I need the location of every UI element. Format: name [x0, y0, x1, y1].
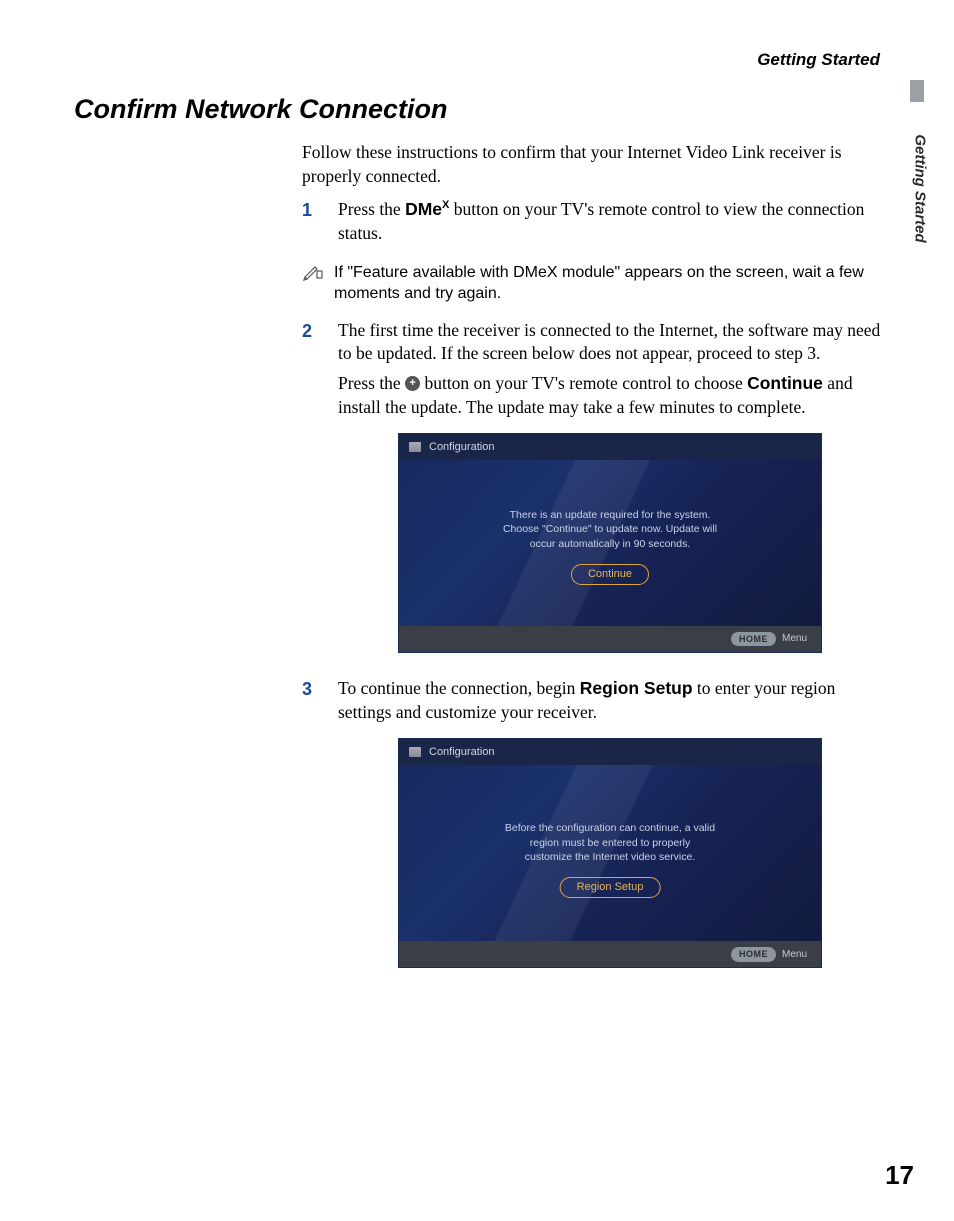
step-body: The first time the receiver is connected…	[338, 319, 882, 672]
step-2-p2: Press the + button on your TV's remote c…	[338, 372, 882, 419]
step-body: To continue the connection, begin Region…	[338, 677, 882, 986]
page-number: 17	[885, 1160, 914, 1191]
screenshot-stage: Before the configuration can continue, a…	[399, 765, 821, 941]
step-2: 2 The first time the receiver is connect…	[302, 319, 882, 672]
step-3-text: To continue the connection, begin Region…	[338, 677, 882, 724]
continue-button[interactable]: Continue	[571, 560, 649, 585]
screenshot-footer: HOME Menu	[399, 941, 821, 967]
step-number: 2	[302, 319, 320, 672]
step-3: 3 To continue the connection, begin Regi…	[302, 677, 882, 986]
button-label: Continue	[571, 564, 649, 585]
msg-line: customize the Internet video service.	[439, 850, 781, 864]
home-pill: HOME	[731, 947, 776, 961]
screenshot-footer: HOME Menu	[399, 626, 821, 652]
text: Press the	[338, 199, 405, 219]
text: Press the	[338, 373, 405, 393]
step-number: 3	[302, 677, 320, 986]
screenshot-title: Configuration	[429, 440, 494, 455]
step-number: 1	[302, 198, 320, 251]
screenshot-message: There is an update required for the syst…	[399, 508, 821, 551]
msg-line: occur automatically in 90 seconds.	[439, 537, 781, 551]
msg-line: region must be entered to properly	[439, 836, 781, 850]
screenshot-titlebar: Configuration	[399, 434, 821, 460]
section-title: Confirm Network Connection	[74, 94, 880, 125]
intro-text: Follow these instructions to confirm tha…	[302, 141, 882, 188]
screenshot-stage: There is an update required for the syst…	[399, 460, 821, 626]
tab-stub	[910, 80, 924, 102]
screenshot-region: Configuration Before the configuration c…	[398, 738, 822, 968]
menu-label: Menu	[782, 632, 807, 646]
screenshot-update: Configuration There is an update require…	[398, 433, 822, 653]
note-text: If "Feature available with DMeX module" …	[334, 262, 882, 305]
pencil-icon	[302, 262, 324, 305]
text: button on your TV's remote control to ch…	[420, 373, 747, 393]
region-setup-label: Region Setup	[580, 678, 693, 698]
msg-line: Choose "Continue" to update now. Update …	[439, 522, 781, 536]
content-area: Follow these instructions to confirm tha…	[302, 141, 882, 986]
continue-label: Continue	[747, 373, 823, 393]
side-tab-label: Getting Started	[911, 134, 928, 242]
note-block: If "Feature available with DMeX module" …	[302, 258, 882, 313]
button-label: Region Setup	[560, 877, 661, 898]
running-head: Getting Started	[74, 50, 880, 70]
side-tab: Getting Started	[894, 80, 924, 250]
region-setup-button[interactable]: Region Setup	[560, 873, 661, 898]
msg-line: Before the configuration can continue, a…	[439, 821, 781, 835]
step-2-p1: The first time the receiver is connected…	[338, 319, 882, 366]
toolbox-icon	[409, 442, 421, 452]
screenshot-title: Configuration	[429, 745, 494, 760]
text: To continue the connection, begin	[338, 678, 580, 698]
msg-line: There is an update required for the syst…	[439, 508, 781, 522]
menu-label: Menu	[782, 948, 807, 962]
dmex-label: DMeX	[405, 199, 449, 219]
toolbox-icon	[409, 747, 421, 757]
step-1: 1 Press the DMeX button on your TV's rem…	[302, 198, 882, 251]
screenshot-titlebar: Configuration	[399, 739, 821, 765]
plus-icon: +	[405, 376, 420, 391]
home-pill: HOME	[731, 632, 776, 646]
screenshot-message: Before the configuration can continue, a…	[399, 821, 821, 864]
step-body: Press the DMeX button on your TV's remot…	[338, 198, 882, 251]
step-1-text: Press the DMeX button on your TV's remot…	[338, 198, 882, 245]
dme-base: DMe	[405, 199, 442, 219]
page: Getting Started Getting Started Confirm …	[0, 0, 954, 1221]
